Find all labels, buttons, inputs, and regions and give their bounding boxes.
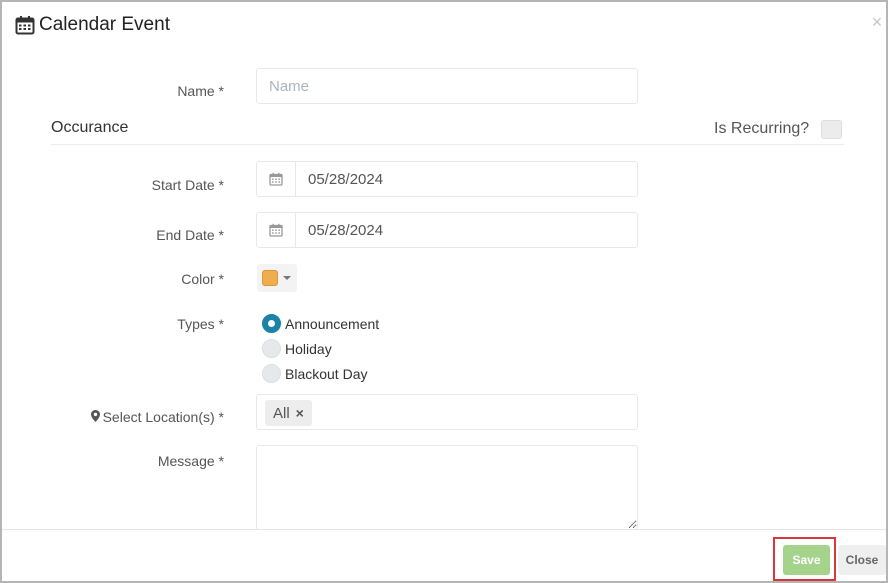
- locations-select[interactable]: All ×: [256, 394, 638, 430]
- message-textarea[interactable]: [256, 445, 638, 530]
- radio-button[interactable]: [262, 314, 281, 333]
- is-recurring-label: Is Recurring?: [714, 120, 810, 137]
- remove-tag-icon[interactable]: ×: [296, 405, 304, 421]
- modal-title-text: Calendar Event: [39, 14, 170, 35]
- type-option-holiday[interactable]: Holiday: [262, 339, 332, 358]
- start-date-label: Start Date *: [151, 177, 224, 193]
- map-marker-icon: [90, 409, 100, 425]
- end-date-label: End Date *: [156, 227, 224, 243]
- message-label: Message *: [157, 453, 224, 469]
- select-locations-label-text: Select Location(s) *: [102, 409, 224, 425]
- type-option-label: Holiday: [285, 340, 332, 357]
- calendar-icon: [15, 15, 35, 35]
- calendar-icon[interactable]: [257, 213, 296, 247]
- close-icon[interactable]: ×: [870, 12, 884, 33]
- footer-divider: [2, 529, 886, 530]
- calendar-icon[interactable]: [257, 162, 296, 196]
- name-label: Name *: [177, 83, 224, 99]
- types-label: Types *: [177, 316, 224, 332]
- location-tag-label: All: [273, 404, 290, 422]
- select-locations-label: Select Location(s) *: [90, 409, 224, 425]
- start-date-field[interactable]: 05/28/2024: [256, 161, 638, 197]
- occurrence-section-title: Occurance: [51, 119, 129, 136]
- end-date-value[interactable]: 05/28/2024: [296, 213, 383, 247]
- caret-down-icon: [283, 276, 291, 280]
- close-button[interactable]: Close: [838, 545, 886, 575]
- type-option-label: Blackout Day: [285, 365, 368, 382]
- save-button[interactable]: Save: [783, 545, 830, 575]
- is-recurring-checkbox[interactable]: [821, 120, 842, 139]
- start-date-value[interactable]: 05/28/2024: [296, 162, 383, 196]
- name-input[interactable]: [256, 68, 638, 104]
- type-option-label: Announcement: [285, 315, 380, 332]
- radio-button[interactable]: [262, 364, 281, 383]
- type-option-announcement[interactable]: Announcement: [262, 314, 379, 333]
- type-option-blackout-day[interactable]: Blackout Day: [262, 364, 367, 383]
- color-swatch: [262, 270, 278, 286]
- radio-button[interactable]: [262, 339, 281, 358]
- end-date-field[interactable]: 05/28/2024: [256, 212, 638, 248]
- calendar-event-modal: Calendar Event × Name * Occurance Is Rec…: [0, 0, 888, 583]
- modal-header: Calendar Event ×: [2, 2, 886, 52]
- color-picker[interactable]: [257, 264, 297, 292]
- color-label: Color *: [181, 271, 224, 287]
- section-divider: [51, 144, 844, 145]
- modal-title: Calendar Event: [15, 14, 170, 36]
- location-tag: All ×: [265, 400, 312, 426]
